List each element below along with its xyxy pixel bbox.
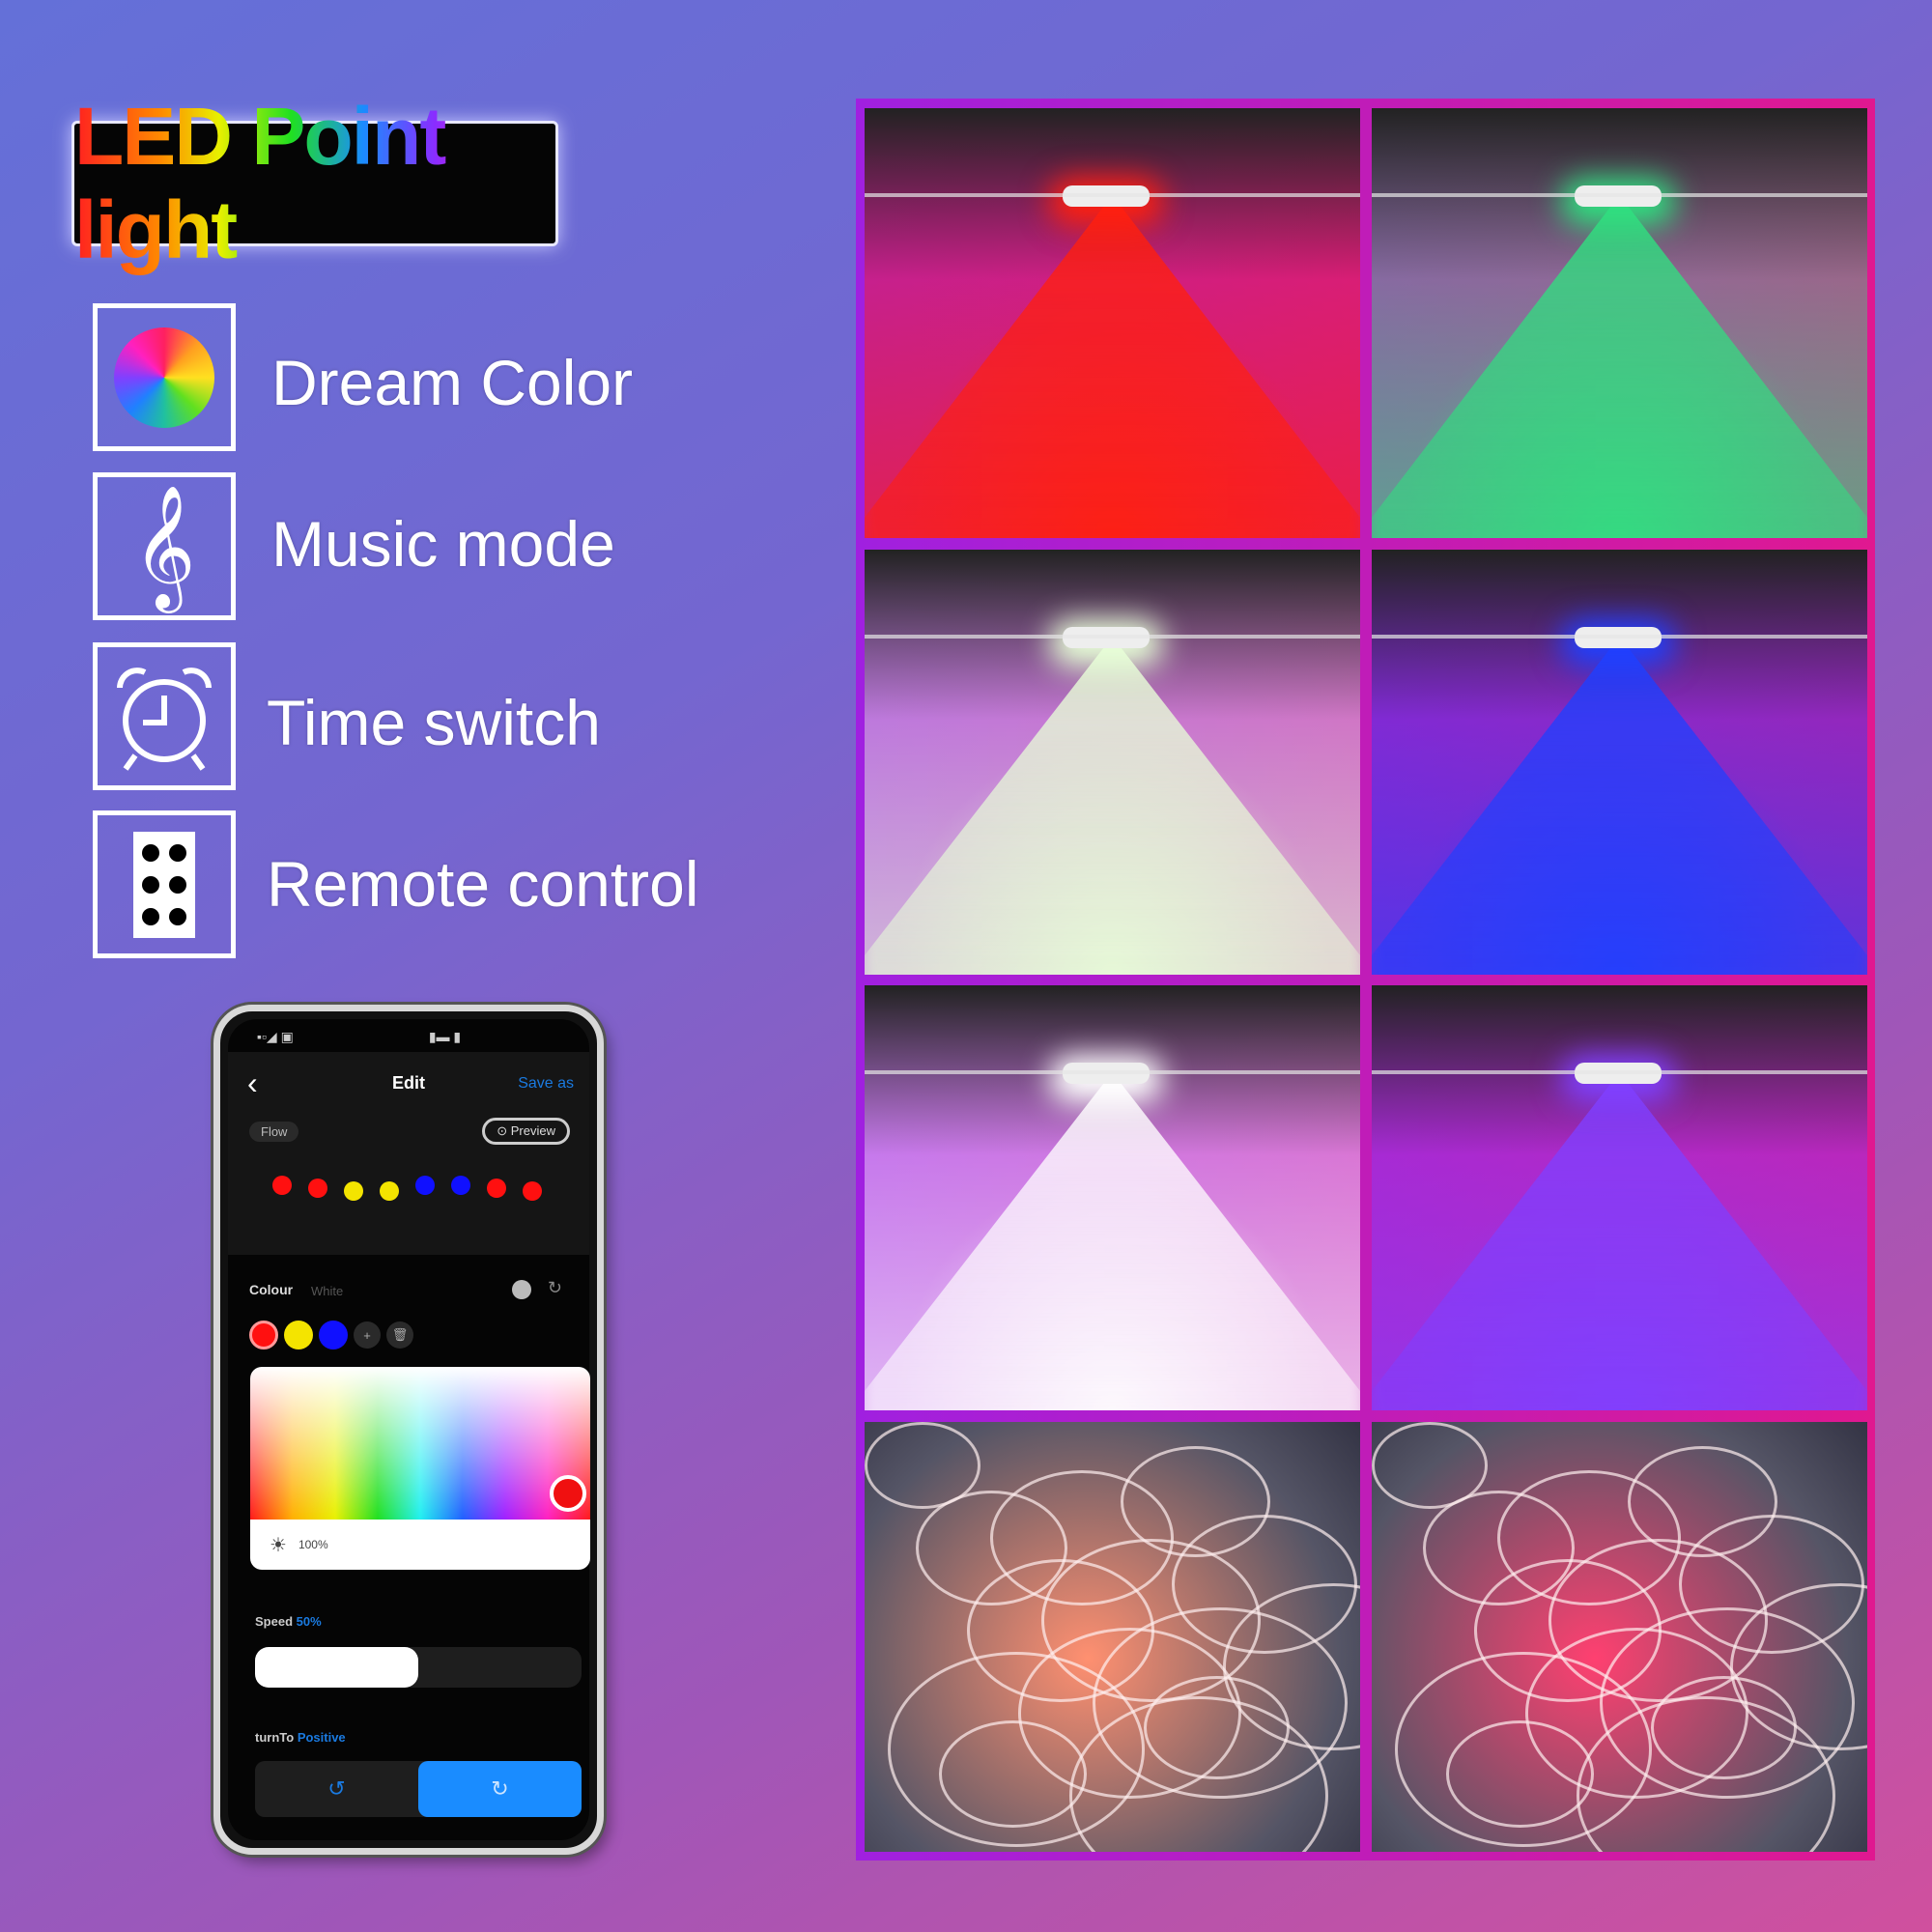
title-banner: LED Point light [71, 91, 558, 275]
led-dot[interactable] [308, 1179, 327, 1198]
speed-slider-fill [255, 1647, 418, 1688]
forward-button[interactable]: ↻ [418, 1761, 582, 1817]
led-dot[interactable] [451, 1176, 470, 1195]
green-light-photo [1372, 108, 1867, 538]
cable [1372, 1070, 1867, 1074]
colour-swatch[interactable] [319, 1321, 348, 1350]
delete-colour-button[interactable]: 🗑 [386, 1321, 413, 1349]
speed-label: Speed 50% [255, 1614, 322, 1629]
cable [865, 635, 1360, 639]
app-screen: ▪▫◢ ▣ ▮▬ ▮ ‹ Edit Save as Flow ⊙ Preview… [228, 1019, 590, 1840]
light-beam [865, 1072, 1360, 1410]
direction-value: Positive [297, 1730, 346, 1745]
cable-loop [1651, 1676, 1797, 1779]
cable [1372, 193, 1867, 197]
white-light-photo [865, 985, 1360, 1410]
purple-light-photo [1372, 985, 1867, 1410]
direction-label: turnTo Positive [255, 1730, 346, 1745]
light-beam [1372, 637, 1867, 975]
cable [865, 193, 1360, 197]
save-as-button[interactable]: Save as [518, 1075, 574, 1093]
color-wheel-icon [93, 303, 236, 451]
light-string-warm-photo [865, 1422, 1360, 1852]
colour-swatch[interactable] [284, 1321, 313, 1350]
search-icon: ⊙ [497, 1123, 511, 1138]
led-dot[interactable] [380, 1181, 399, 1201]
page-title: LED Point light [74, 90, 555, 277]
cable [1372, 635, 1867, 639]
feature-time-switch: Time switch [267, 687, 601, 758]
cable [865, 1070, 1360, 1074]
brightness-value: 100% [298, 1538, 328, 1551]
colour-swatches: + 🗑 [249, 1319, 413, 1351]
colour-swatch[interactable] [249, 1321, 278, 1350]
preview-label: Preview [510, 1123, 555, 1138]
cable-loop [1446, 1720, 1594, 1828]
reverse-button[interactable]: ↺ [255, 1761, 418, 1817]
add-colour-button[interactable]: + [354, 1321, 381, 1349]
color-picker[interactable] [250, 1367, 590, 1520]
light-beam [865, 195, 1360, 538]
led-dot[interactable] [487, 1179, 506, 1198]
preview-button[interactable]: ⊙ Preview [482, 1118, 570, 1145]
remote-control-icon [93, 810, 236, 958]
refresh-icon[interactable]: ↻ [548, 1278, 562, 1298]
tab-white[interactable]: White [311, 1284, 343, 1298]
palette-icon[interactable] [512, 1280, 531, 1299]
led-dot[interactable] [344, 1181, 363, 1201]
speed-slider[interactable] [255, 1647, 582, 1688]
feature-dream-color: Dream Color [271, 347, 634, 418]
led-strip-preview [272, 1176, 562, 1205]
light-string-rgb-photo [1372, 1422, 1867, 1852]
light-beam [1372, 195, 1867, 538]
feature-remote-control: Remote control [267, 848, 699, 920]
brightness-bar[interactable]: ☀ 100% [250, 1520, 590, 1570]
cable-loop [939, 1720, 1087, 1828]
sun-icon: ☀ [270, 1534, 287, 1556]
led-dot[interactable] [523, 1181, 542, 1201]
treble-clef-icon: 𝄞 [93, 472, 236, 620]
direction-toggle: ↺ ↻ [255, 1761, 582, 1817]
red-light-photo [865, 108, 1360, 538]
led-dot[interactable] [415, 1176, 435, 1195]
light-beam [1372, 1072, 1867, 1410]
led-dot[interactable] [272, 1176, 292, 1195]
cable-loop [1144, 1676, 1290, 1779]
warm-white-light-photo [865, 550, 1360, 975]
alarm-clock-icon [93, 642, 236, 790]
speed-value: 50% [296, 1614, 322, 1629]
phone-mockup: ▪▫◢ ▣ ▮▬ ▮ ‹ Edit Save as Flow ⊙ Preview… [213, 1005, 604, 1855]
status-bar: ▪▫◢ ▣ ▮▬ ▮ [257, 1029, 462, 1044]
color-picker-handle[interactable] [550, 1475, 586, 1512]
flow-mode-pill[interactable]: Flow [249, 1122, 299, 1142]
tab-colour[interactable]: Colour [249, 1282, 293, 1297]
light-beam [865, 637, 1360, 975]
blue-light-photo [1372, 550, 1867, 975]
feature-music-mode: Music mode [271, 508, 615, 580]
